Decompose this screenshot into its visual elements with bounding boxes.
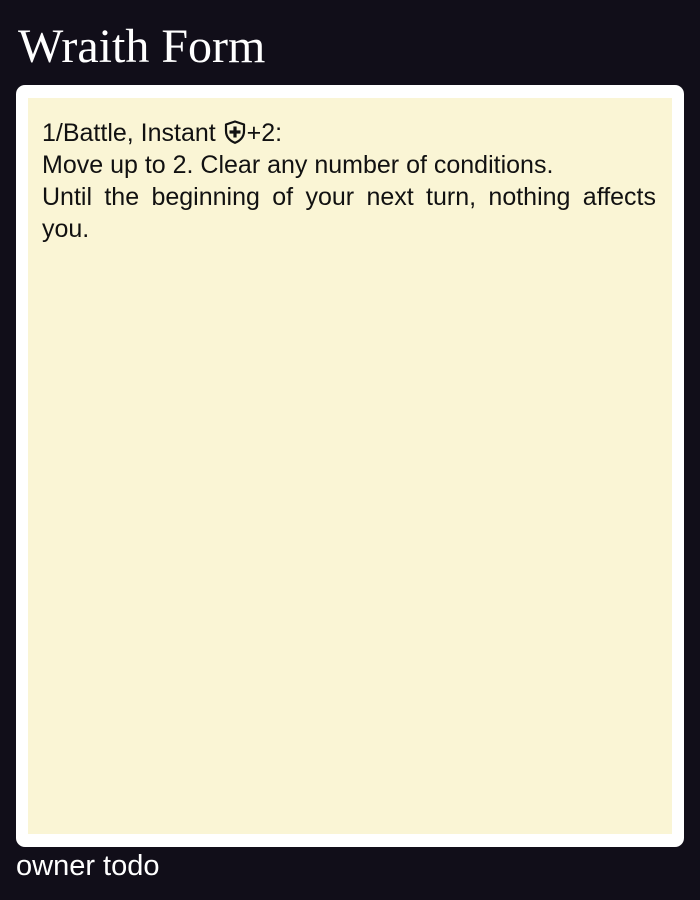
ability-trigger: 1/Battle, Instant +2: — [42, 117, 656, 149]
ability-effect-move: Move up to 2. Clear any number of condit… — [42, 151, 554, 179]
shield-plus-icon — [224, 120, 246, 144]
card-owner: owner todo — [16, 850, 160, 882]
card-body: 1/Battle, Instant +2: Move up to 2. Clea… — [28, 98, 672, 834]
ability-trigger-suffix: +2: — [246, 119, 283, 147]
ability-effect-immunity: Until the beginning of your next turn, n… — [42, 183, 656, 243]
ability-trigger-prefix: 1/Battle, Instant — [42, 119, 223, 147]
card-title: Wraith Form — [18, 20, 266, 73]
card-frame: 1/Battle, Instant +2: Move up to 2. Clea… — [16, 85, 684, 847]
